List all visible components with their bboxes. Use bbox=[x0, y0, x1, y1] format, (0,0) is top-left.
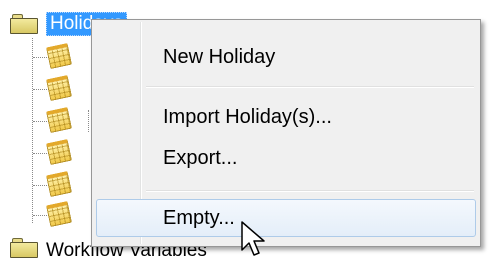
menu-item-label: Import Holiday(s)... bbox=[163, 105, 332, 128]
tree-node-holiday-2[interactable] bbox=[45, 74, 73, 102]
menu-item-empty[interactable]: Empty... bbox=[96, 199, 476, 237]
tree-connector-branch bbox=[33, 185, 49, 186]
calendar-icon bbox=[45, 138, 73, 166]
tree-connector-branch bbox=[33, 121, 49, 122]
tree-node-holiday-6[interactable] bbox=[45, 200, 73, 228]
tree-node-holiday-1[interactable] bbox=[45, 42, 73, 70]
tree-connector-branch bbox=[33, 153, 49, 154]
menu-separator bbox=[146, 86, 474, 88]
mouse-cursor-icon bbox=[241, 221, 265, 256]
menu-item-label: Export... bbox=[163, 146, 238, 169]
menu-item-new-holiday[interactable]: New Holiday bbox=[96, 38, 476, 76]
calendar-icon bbox=[45, 42, 73, 70]
tree-connector-branch bbox=[33, 89, 49, 90]
tree-connector-line bbox=[32, 38, 33, 223]
tree-connector-branch bbox=[33, 57, 49, 58]
folder-icon bbox=[10, 13, 40, 35]
menu-item-import-holidays[interactable]: Import Holiday(s)... bbox=[96, 98, 476, 136]
menu-item-label: Empty... bbox=[163, 206, 235, 229]
calendar-icon bbox=[45, 74, 73, 102]
tree-node-holiday-4[interactable] bbox=[45, 138, 73, 166]
calendar-icon bbox=[45, 200, 73, 228]
menu-item-label: New Holiday bbox=[163, 45, 276, 68]
menu-separator bbox=[146, 190, 474, 192]
tree-node-holiday-5[interactable] bbox=[45, 170, 73, 198]
calendar-icon bbox=[45, 170, 73, 198]
menu-item-export[interactable]: Export... bbox=[96, 139, 476, 177]
folder-icon bbox=[10, 237, 40, 259]
context-menu: New Holiday Import Holiday(s)... Export.… bbox=[91, 19, 481, 247]
screenshot-stage: Holidays Workflow Variables New Holiday … bbox=[0, 0, 492, 260]
calendar-icon bbox=[45, 106, 73, 134]
tree-node-holiday-3[interactable] bbox=[45, 106, 73, 134]
tree-connector-branch bbox=[33, 215, 49, 216]
